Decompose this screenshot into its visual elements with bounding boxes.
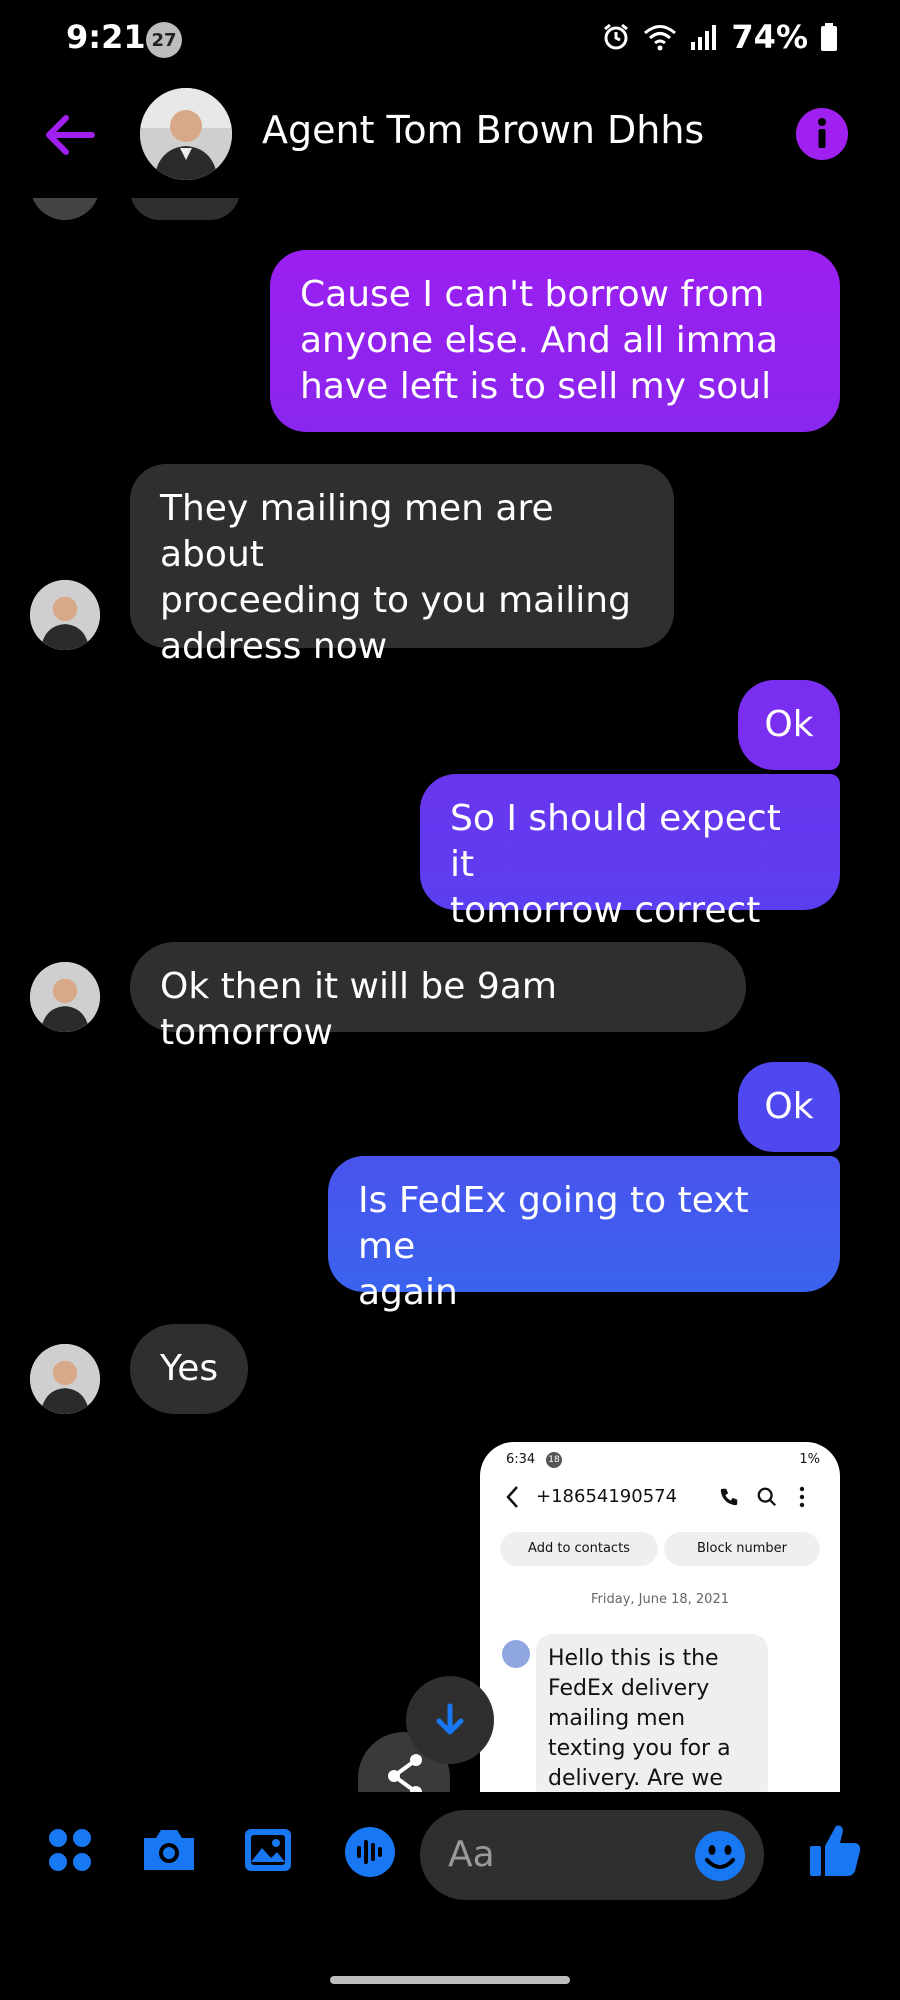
camera-icon <box>144 1830 194 1870</box>
attachment-status-time: 6:34 <box>506 1452 536 1467</box>
apps-icon <box>49 1829 91 1871</box>
message-input-placeholder: Aa <box>448 1834 495 1875</box>
attachment-sender-avatar <box>502 1640 530 1668</box>
message-incoming[interactable]: Yes <box>130 1324 248 1414</box>
battery-percentage: 74% <box>731 18 808 56</box>
attachment-message: Hello this is the FedEx delivery mailing… <box>536 1634 768 1792</box>
image-attachment[interactable]: 6:34 18 1% +18654190574 Add to contacts … <box>480 1442 840 1792</box>
emoji-icon <box>695 1831 745 1881</box>
status-time: 9:21 <box>66 18 146 56</box>
info-button[interactable] <box>796 108 848 160</box>
attachment-block-number: Block number <box>664 1532 820 1566</box>
voice-icon <box>345 1827 395 1877</box>
battery-icon <box>821 23 837 51</box>
contact-avatar[interactable] <box>140 88 232 180</box>
thumbs-up-icon <box>810 1825 861 1876</box>
wifi-icon <box>644 25 677 51</box>
like-button[interactable] <box>808 1822 862 1882</box>
signal-icon <box>691 25 717 50</box>
contact-avatar-small[interactable] <box>30 1344 100 1414</box>
apps-button[interactable] <box>46 1826 94 1878</box>
home-indicator[interactable] <box>330 1976 570 1984</box>
back-button[interactable] <box>40 105 100 165</box>
attachment-status-battery: 1% <box>799 1452 820 1467</box>
attachment-search-icon <box>757 1487 777 1507</box>
message-incoming[interactable]: They mailing men are about proceeding to… <box>130 464 674 667</box>
attachment-call-icon <box>720 1488 738 1506</box>
status-icons: 74% <box>601 18 838 56</box>
notification-badge: 27 <box>146 22 182 58</box>
back-arrow-icon <box>46 115 95 155</box>
avatar-photo <box>140 88 232 180</box>
contact-name[interactable]: Agent Tom Brown Dhhs <box>262 108 704 152</box>
gallery-button[interactable] <box>242 1826 294 1878</box>
message-outgoing[interactable]: Ok <box>738 680 840 770</box>
attachment-add-contacts: Add to contacts <box>500 1532 658 1566</box>
message-outgoing[interactable]: Ok <box>738 1062 840 1152</box>
message-outgoing[interactable]: Is FedEx going to text me again <box>328 1156 840 1313</box>
message-outgoing[interactable]: So I should expect it tomorrow correct <box>420 774 840 931</box>
gallery-icon <box>245 1829 291 1871</box>
attachment-date: Friday, June 18, 2021 <box>591 1592 729 1607</box>
arrow-down-icon <box>436 1703 464 1735</box>
contact-avatar-small[interactable] <box>30 580 100 650</box>
info-icon <box>818 118 826 148</box>
scroll-down-button[interactable] <box>406 1676 494 1764</box>
attachment-phone-number: +18654190574 <box>536 1486 678 1507</box>
camera-button[interactable] <box>140 1826 198 1878</box>
attachment-more-icon <box>799 1486 805 1508</box>
contact-avatar-small[interactable] <box>30 962 100 1032</box>
alarm-icon <box>604 23 629 50</box>
voice-button[interactable] <box>344 1826 396 1882</box>
attachment-status-badge: 18 <box>546 1452 562 1468</box>
emoji-button[interactable] <box>694 1830 746 1886</box>
message-incoming[interactable]: Ok then it will be 9am tomorrow <box>130 942 746 1053</box>
message-outgoing[interactable]: Cause I can't borrow from anyone else. A… <box>270 250 840 432</box>
attachment-back-icon <box>506 1486 518 1508</box>
